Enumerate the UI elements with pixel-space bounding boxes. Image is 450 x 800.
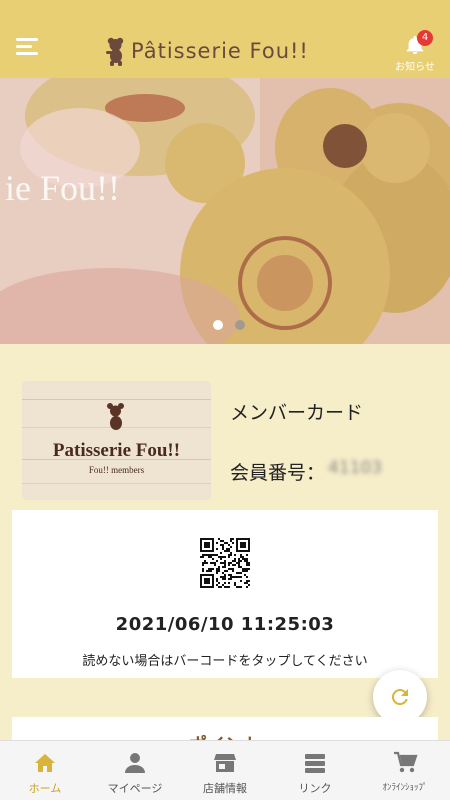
wood-card-graphic: Patisserie Fou!! Fou!! members [22,381,211,500]
tab-store-info[interactable]: 店舗情報 [180,741,270,800]
menu-icon-line [16,45,32,48]
card-brand-text: Patisserie Fou!! [53,440,180,461]
notification-label: お知らせ [395,62,435,73]
tab-online-shop[interactable]: ｵﾝﾗｲﾝｼｮｯﾌﾟ [360,741,450,800]
brand-logo: Pâtisserie Fou!! [105,34,309,68]
menu-button[interactable] [16,38,40,58]
card-subtitle-text: Fou!! members [89,465,145,475]
qr-code-panel[interactable]: 2021/06/10 11:25:03 読めない場合はバーコードをタップしてくだ… [12,510,438,678]
barcode-hint: 読めない場合はバーコードをタップしてください [82,654,368,669]
tab-mypage[interactable]: マイページ [90,741,180,800]
tab-links[interactable]: リンク [270,741,360,800]
tab-label: リンク [298,782,332,795]
store-icon [214,754,236,772]
hero-banner[interactable]: ie Fou!! [0,78,450,344]
member-number-label: 会員番号： [230,462,326,484]
menu-icon-line [16,52,38,55]
menu-icon-line [16,38,38,41]
member-number-value: 41103 [328,458,383,478]
bear-logo-icon [106,37,124,66]
bottom-tab-bar: ホーム マイページ 店舗情報 リンク ｵﾝﾗｲﾝｼｮｯﾌﾟ [0,740,450,800]
notification-badge: 4 [417,30,433,46]
home-icon [35,754,55,772]
app-header: Pâtisserie Fou!! 4 お知らせ [0,0,450,78]
person-icon [125,753,145,773]
brand-name: Pâtisserie Fou!! [131,39,309,63]
refresh-button[interactable] [373,670,427,724]
member-card-title: メンバーカード [230,402,364,424]
timestamp: 2021/06/10 11:25:03 [115,614,335,635]
carousel-dots[interactable] [213,320,245,330]
list-icon [305,754,325,773]
tab-label: マイページ [107,782,163,795]
refresh-icon [391,689,408,706]
bag-print-text: ie Fou!! [5,168,120,208]
notification-button[interactable]: 4 お知らせ [390,30,440,73]
cart-icon [394,751,418,773]
qr-code[interactable] [200,538,250,588]
tab-home[interactable]: ホーム [0,741,90,800]
tab-label: ｵﾝﾗｲﾝｼｮｯﾌﾟ [382,783,428,793]
cookie-photo: ie Fou!! [0,78,450,344]
carousel-dot-active[interactable] [213,320,223,330]
carousel-dot[interactable] [235,320,245,330]
tab-label: 店舗情報 [203,782,247,795]
tab-label: ホーム [28,782,62,795]
member-card-image: Patisserie Fou!! Fou!! members [22,381,211,500]
